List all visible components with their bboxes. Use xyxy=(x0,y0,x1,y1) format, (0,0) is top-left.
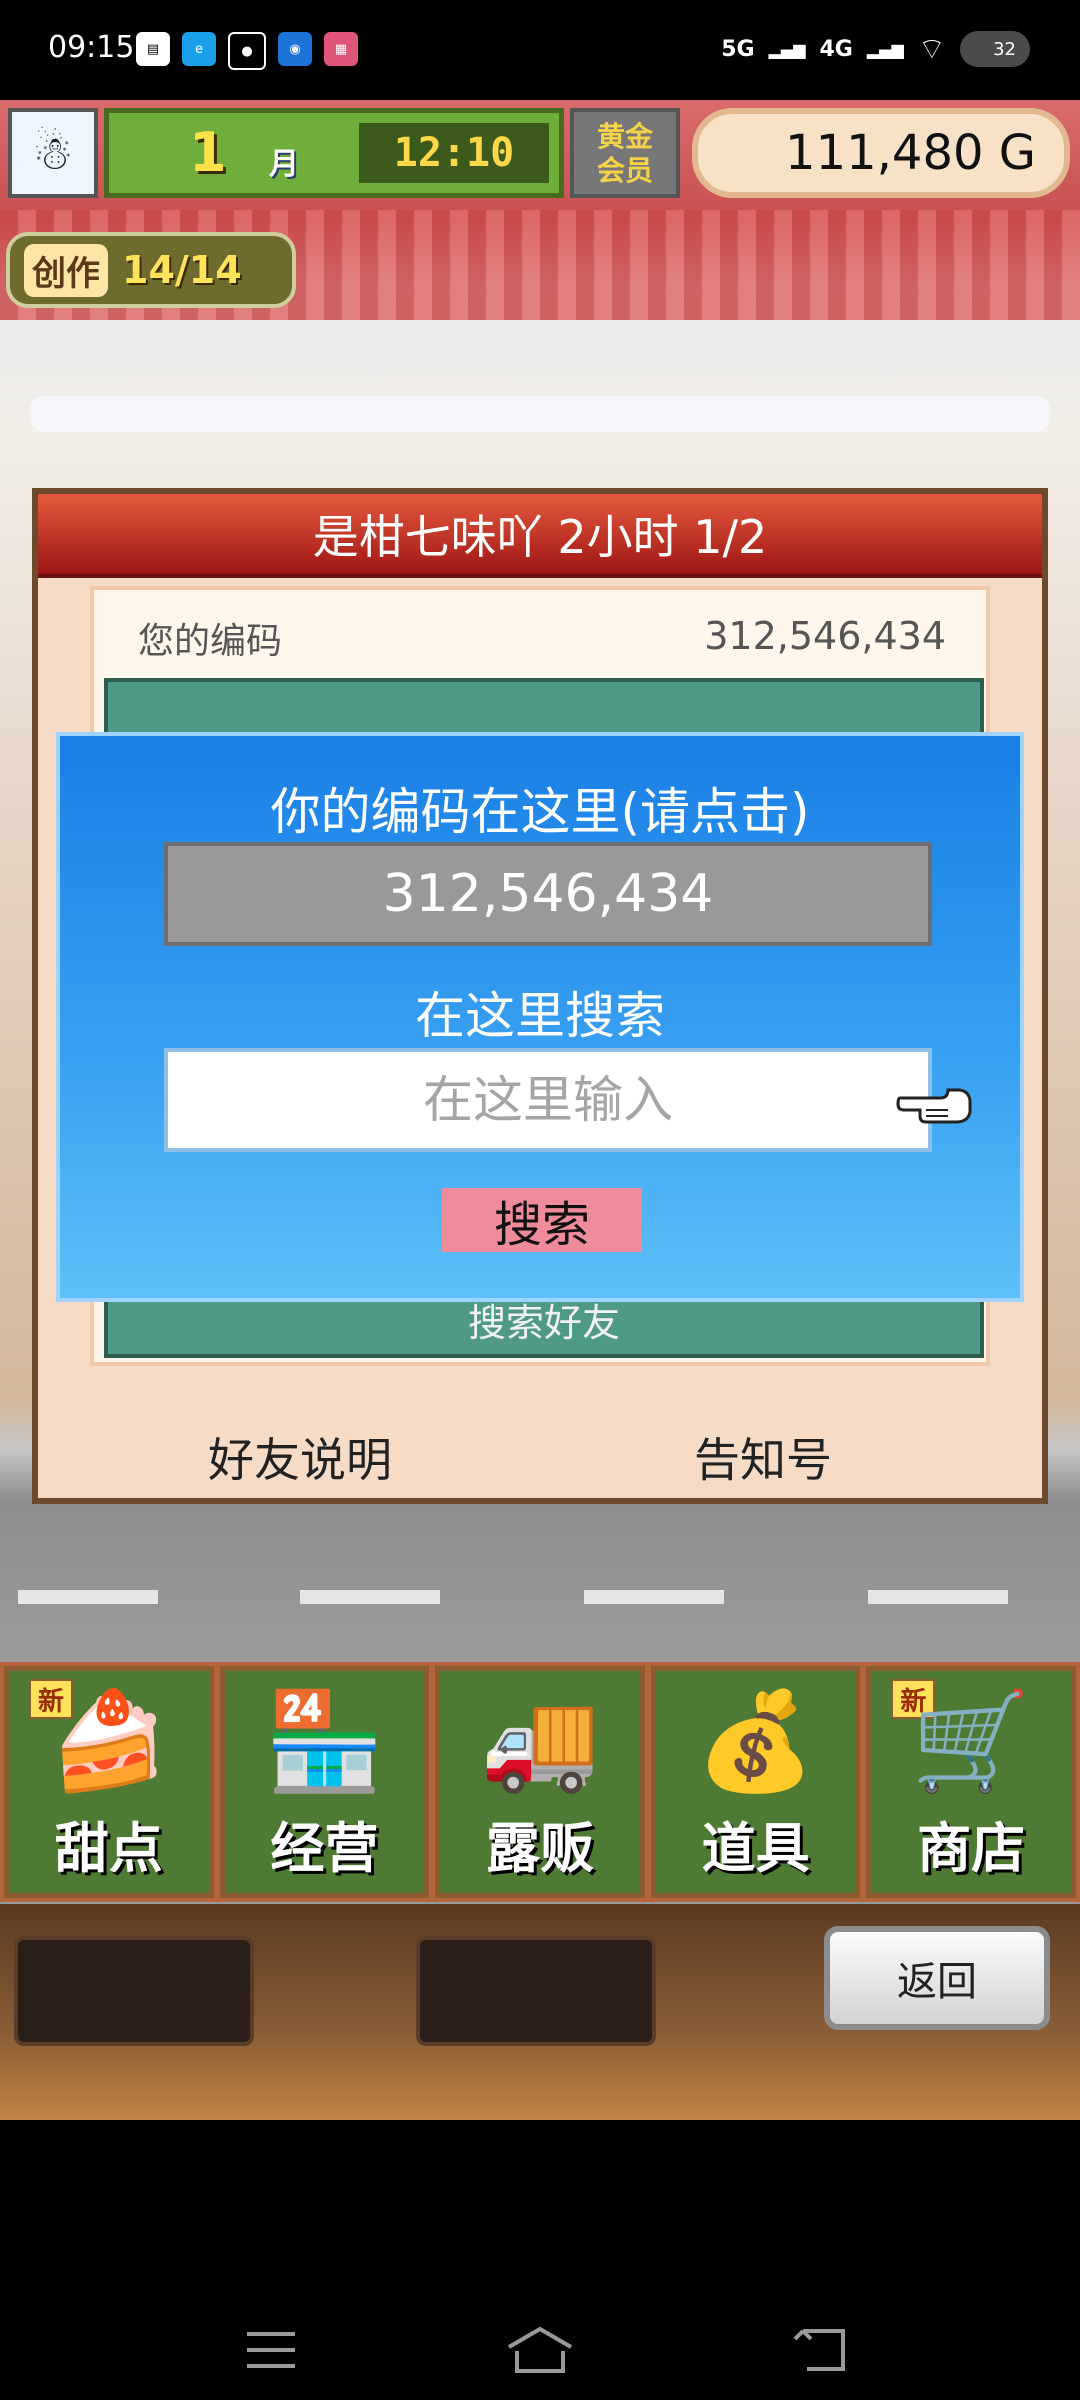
search-dialog: 你的编码在这里(请点击) 312,546,434 在这里搜索 搜索 xyxy=(56,732,1024,1302)
create-counter: 创作 14/14 xyxy=(6,232,296,308)
notice-link[interactable]: 告知号 xyxy=(694,1424,832,1490)
e-icon: e xyxy=(182,32,216,66)
item-bag-icon: 💰 xyxy=(695,1685,816,1797)
cake-icon: 🍰 xyxy=(49,1685,169,1797)
back-nav-icon[interactable] xyxy=(786,2320,856,2380)
code-copy-box[interactable]: 312,546,434 xyxy=(164,842,932,946)
friend-info-link[interactable]: 好友说明 xyxy=(208,1424,392,1490)
your-code-label: 您的编码 xyxy=(138,621,283,662)
cart-icon: 🛒 xyxy=(911,1685,1031,1797)
signal-5g-icon: ▂▄▆ xyxy=(768,39,806,59)
menu-label: 商店 xyxy=(917,1817,1026,1880)
menu-dessert[interactable]: 新 🍰 甜点 xyxy=(4,1666,214,1898)
money-display: 111,480 G xyxy=(692,108,1070,198)
network-4g-label: 4G xyxy=(819,36,853,62)
month-label: 月 xyxy=(269,147,299,182)
status-bar: 09:15 ▤ e ● ◉ ▦ 5G ▂▄▆ 4G ▂▄▆ ⌔ 32 xyxy=(0,0,1080,100)
menu-shop[interactable]: 新 🛒 商店 xyxy=(866,1666,1076,1898)
menu-label: 露贩 xyxy=(485,1817,594,1880)
main-menu: 新 🍰 甜点 🏪 经营 🚚 露贩 💰 道具 新 🛒 商店 xyxy=(0,1662,1080,1902)
food-truck-icon: 🚚 xyxy=(480,1685,600,1797)
status-right: 5G ▂▄▆ 4G ▂▄▆ ⌔ 32 xyxy=(721,30,1030,68)
gold-member-icon[interactable]: 黄金 会员 xyxy=(570,108,680,198)
menu-nav-icon[interactable] xyxy=(236,2320,306,2380)
month-number: 1 xyxy=(189,121,227,184)
code-search-input[interactable] xyxy=(164,1048,932,1152)
menu-label: 道具 xyxy=(701,1817,810,1880)
battery-indicator: 32 xyxy=(960,31,1030,67)
date-panel: 1 月 12:10 xyxy=(104,108,564,198)
road-line xyxy=(584,1590,724,1604)
road-line xyxy=(300,1590,440,1604)
home-nav-icon[interactable] xyxy=(505,2320,575,2380)
create-count: 14/14 xyxy=(122,248,242,292)
back-button[interactable]: 返回 xyxy=(824,1926,1050,2030)
game-clock: 12:10 xyxy=(359,123,549,183)
pointing-hand-icon xyxy=(896,1088,972,1124)
search-button[interactable]: 搜索 xyxy=(442,1188,642,1252)
status-time: 09:15 xyxy=(48,30,135,65)
empty-slot xyxy=(14,1936,254,2046)
menu-stall[interactable]: 🚚 露贩 xyxy=(435,1666,645,1898)
dialog-title: 你的编码在这里(请点击) xyxy=(270,783,810,841)
app-icon: ▦ xyxy=(324,32,358,66)
signal-4g-icon: ▂▄▆ xyxy=(866,39,904,59)
search-label: 在这里搜索 xyxy=(415,987,665,1045)
empty-slot xyxy=(416,1936,656,2046)
chat-icon: ◉ xyxy=(278,32,312,66)
book-icon: ▤ xyxy=(136,32,170,66)
menu-manage[interactable]: 🏪 经营 xyxy=(219,1666,430,1898)
navigation-bar xyxy=(0,2120,1080,2400)
road-line xyxy=(18,1590,158,1604)
network-5g-label: 5G xyxy=(721,36,755,62)
menu-items[interactable]: 💰 道具 xyxy=(650,1666,861,1898)
wifi-icon: ⌔ xyxy=(917,32,946,67)
snowman-avatar-icon[interactable]: ☃ xyxy=(8,108,98,198)
notification-icons: ▤ e ● ◉ ▦ xyxy=(136,32,358,70)
menu-label: 经营 xyxy=(270,1817,379,1880)
shop-building-icon: 🏪 xyxy=(264,1685,385,1797)
road-line xyxy=(868,1590,1008,1604)
location-icon: ● xyxy=(228,32,266,70)
your-code-value: 312,546,434 xyxy=(704,614,946,658)
bottom-panel: 返回 xyxy=(0,1904,1080,2120)
create-label: 创作 xyxy=(24,243,108,297)
menu-label: 甜点 xyxy=(54,1817,163,1880)
snow-ledge xyxy=(30,396,1050,432)
panel-title: 是柑七味吖 2小时 1/2 xyxy=(38,494,1042,578)
